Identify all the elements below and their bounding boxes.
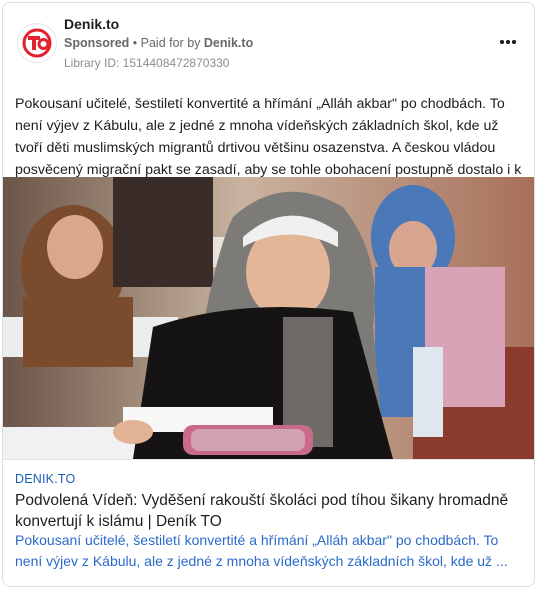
post-header: Denik.to Sponsored • Paid for by Denik.t… bbox=[3, 3, 534, 81]
sponsored-label: Sponsored bbox=[64, 36, 130, 50]
page-name[interactable]: Denik.to bbox=[64, 16, 119, 32]
ad-image[interactable] bbox=[3, 177, 534, 459]
paid-for-label: Paid for by bbox=[140, 36, 201, 50]
library-id: Library ID: 1514408472870330 bbox=[64, 56, 230, 70]
ad-card: Denik.to Sponsored • Paid for by Denik.t… bbox=[2, 2, 535, 587]
link-domain[interactable]: DENIK.TO bbox=[15, 472, 75, 486]
separator-dot: • bbox=[132, 36, 141, 50]
sponsored-line: Sponsored • Paid for by Denik.to bbox=[64, 36, 253, 50]
more-options-icon[interactable] bbox=[498, 31, 518, 51]
paid-by-name[interactable]: Denik.to bbox=[204, 36, 253, 50]
link-title[interactable]: Podvolená Vídeň: Vyděšení rakouští školá… bbox=[15, 490, 527, 532]
link-description[interactable]: Pokousaní učitelé, šestiletí konvertité … bbox=[15, 530, 527, 572]
link-preview[interactable]: DENIK.TO Podvolená Vídeň: Vyděšení rakou… bbox=[3, 459, 534, 586]
denik-to-logo[interactable] bbox=[17, 23, 57, 63]
